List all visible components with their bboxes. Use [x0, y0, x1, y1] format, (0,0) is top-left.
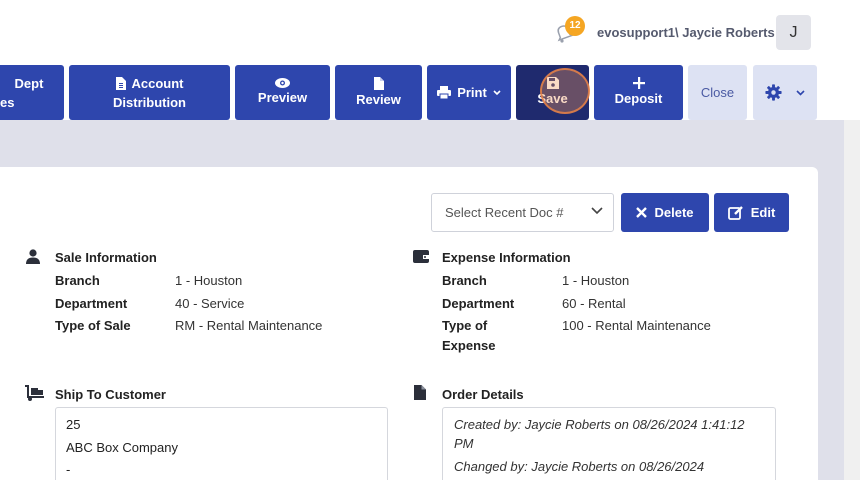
ship-to-customer-name: ABC Box Company: [66, 440, 178, 455]
print-label: Print: [457, 85, 487, 100]
notification-count-badge: 12: [565, 16, 585, 36]
expense-type-label: Type of: [442, 318, 488, 333]
expense-branch-label: Branch: [442, 273, 487, 288]
pen-to-square-icon: [727, 206, 743, 220]
dept-label-line1: Dept: [14, 75, 44, 91]
dolly-icon: [25, 385, 44, 401]
close-button[interactable]: Close: [688, 65, 747, 120]
file-icon: [373, 76, 384, 90]
ship-to-customer-address: -: [66, 462, 71, 477]
account-distribution-label-line1: Account: [131, 75, 184, 91]
expense-information-title: Expense Information: [442, 250, 571, 265]
recent-doc-select[interactable]: Select Recent Doc #: [431, 193, 614, 232]
plus-icon: [632, 77, 645, 89]
delete-label: Delete: [654, 205, 694, 220]
chevron-down-icon: [796, 89, 805, 96]
ship-to-customer-title: Ship To Customer: [55, 387, 166, 402]
order-details-title: Order Details: [442, 387, 524, 402]
x-mark-icon: [636, 207, 648, 218]
edit-button[interactable]: Edit: [714, 193, 789, 232]
account-distribution-label-line2: Distribution: [113, 94, 186, 110]
edit-label: Edit: [750, 205, 776, 220]
close-label: Close: [700, 85, 735, 100]
sale-type-label: Type of Sale: [55, 318, 131, 333]
review-label: Review: [356, 91, 401, 107]
expense-department-label: Department: [442, 296, 515, 311]
action-toolbar: Dept es Account Distribution Preview Rev…: [0, 64, 860, 120]
top-header: 12 evosupport1\ Jaycie Roberts J: [0, 0, 860, 64]
print-icon: [437, 86, 452, 99]
changed-by-line: Changed by: Jaycie Roberts on 08/26/2024: [454, 459, 705, 474]
preview-label: Preview: [257, 90, 308, 105]
file-icon: [414, 385, 426, 400]
print-button[interactable]: Print: [427, 65, 511, 120]
settings-dropdown-button[interactable]: [753, 65, 817, 120]
wallet-icon: [413, 250, 429, 263]
review-button[interactable]: Review: [335, 65, 422, 120]
file-invoice-icon: [115, 76, 126, 90]
expense-department-value: 60 - Rental: [562, 296, 626, 311]
created-by-line: Created by: Jaycie Roberts on 08/26/2024…: [454, 417, 745, 432]
gear-icon: [765, 84, 782, 101]
delete-button[interactable]: Delete: [621, 193, 709, 232]
click-indicator: [540, 68, 590, 114]
chevron-down-icon: [591, 207, 603, 215]
sale-information-title: Sale Information: [55, 250, 157, 265]
sale-type-value: RM - Rental Maintenance: [175, 318, 323, 333]
eye-icon: [275, 78, 290, 88]
user-icon: [26, 249, 40, 264]
expense-branch-value: 1 - Houston: [562, 273, 630, 288]
created-by-line-continued: PM: [454, 436, 474, 451]
chevron-down-icon: [493, 89, 501, 95]
expense-type-value: 100 - Rental Maintenance: [562, 318, 711, 333]
recent-doc-placeholder: Select Recent Doc #: [445, 205, 564, 220]
account-distribution-button[interactable]: Account Distribution: [69, 65, 230, 120]
vertical-scrollbar[interactable]: [844, 120, 860, 480]
expense-type-label-line2: Expense: [442, 338, 496, 353]
user-name[interactable]: evosupport1\ Jaycie Roberts: [597, 25, 775, 40]
sale-branch-value: 1 - Houston: [175, 273, 243, 288]
dept-label-line2: es: [0, 94, 15, 110]
preview-button[interactable]: Preview: [235, 65, 330, 120]
avatar[interactable]: J: [776, 15, 811, 50]
deposit-button[interactable]: Deposit: [594, 65, 683, 120]
ship-to-customer-number: 25: [66, 417, 81, 432]
sale-branch-label: Branch: [55, 273, 100, 288]
sale-department-value: 40 - Service: [175, 296, 245, 311]
deposit-label: Deposit: [614, 91, 663, 106]
dept-button[interactable]: Dept es: [0, 65, 64, 120]
sale-department-label: Department: [55, 296, 128, 311]
